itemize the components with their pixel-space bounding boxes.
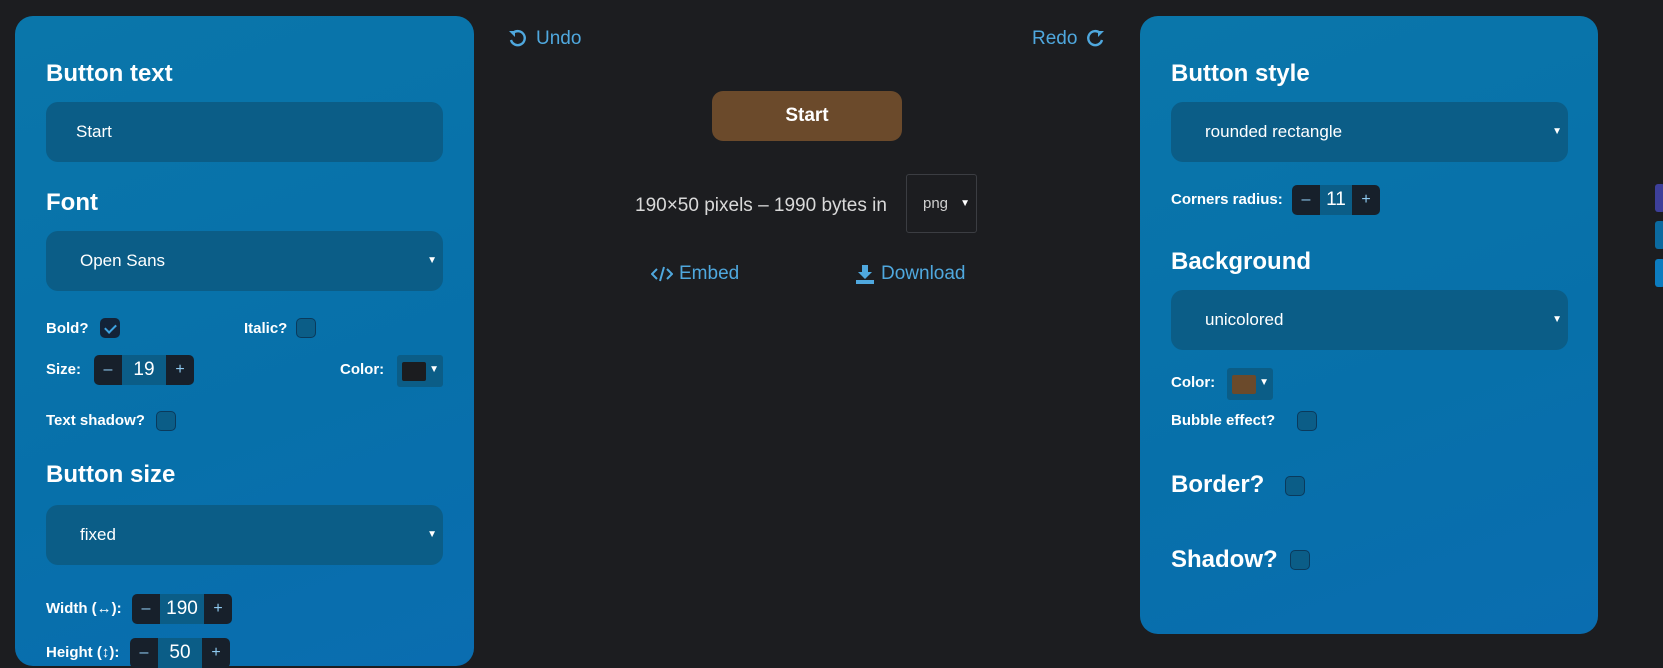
button-style-select-value: rounded rectangle	[1205, 122, 1343, 141]
text-color-picker[interactable]: ▼	[397, 355, 443, 387]
shadow-checkbox[interactable]	[1290, 550, 1310, 570]
width-decrement-button[interactable]: –	[132, 594, 160, 624]
height-value[interactable]: 50	[158, 638, 202, 668]
format-select-value: png	[923, 195, 949, 212]
corners-radius-stepper: – 11 +	[1292, 185, 1380, 215]
border-heading: Border?	[1171, 471, 1265, 498]
download-label: Download	[881, 263, 966, 284]
undo-label: Undo	[536, 28, 582, 49]
radius-decrement-button[interactable]: –	[1292, 185, 1320, 215]
dropdown-arrow-icon: ▼	[1552, 126, 1562, 137]
bg-color-label: Color:	[1171, 374, 1216, 391]
font-select-value: Open Sans	[80, 251, 166, 270]
dropdown-arrow-icon: ▼	[429, 364, 439, 375]
font-heading: Font	[46, 189, 98, 216]
radius-increment-button[interactable]: +	[1352, 185, 1380, 215]
embed-label: Embed	[679, 263, 740, 284]
text-shadow-label: Text shadow?	[46, 412, 145, 429]
edge-tab-2[interactable]	[1655, 221, 1663, 249]
bubble-effect-label: Bubble effect?	[1171, 412, 1276, 429]
button-size-heading: Button size	[46, 461, 176, 488]
format-select[interactable]: png ▼	[906, 174, 977, 233]
text-color-swatch	[402, 362, 426, 381]
edge-tab-3[interactable]	[1655, 259, 1663, 287]
bold-label: Bold?	[46, 320, 89, 337]
text-shadow-checkbox[interactable]	[156, 411, 176, 431]
button-text-panel: Button text Start Font Open Sans ▼ Bold?…	[15, 16, 474, 668]
button-style-panel: Button style rounded rectangle ▼ Corners…	[1140, 16, 1598, 634]
size-decrement-button[interactable]: –	[94, 355, 122, 385]
button-text-input[interactable]: Start	[46, 102, 443, 162]
size-increment-button[interactable]: +	[166, 355, 194, 385]
border-checkbox[interactable]	[1285, 476, 1305, 496]
height-decrement-button[interactable]: –	[130, 638, 158, 668]
dropdown-arrow-icon: ▼	[960, 198, 970, 209]
font-select[interactable]: Open Sans ▼	[46, 231, 443, 291]
shadow-heading: Shadow?	[1171, 546, 1278, 573]
button-size-select-value: fixed	[80, 525, 116, 544]
radius-value[interactable]: 11	[1320, 185, 1352, 215]
italic-checkbox[interactable]	[296, 318, 316, 338]
width-increment-button[interactable]: +	[204, 594, 232, 624]
bubble-effect-checkbox[interactable]	[1297, 411, 1317, 431]
text-color-label: Color:	[340, 361, 385, 378]
button-size-select[interactable]: fixed ▼	[46, 505, 443, 565]
height-label: Height (↕):	[46, 644, 120, 661]
dropdown-arrow-icon: ▼	[1552, 314, 1562, 325]
dropdown-arrow-icon: ▼	[427, 255, 437, 266]
bold-checkbox[interactable]	[100, 318, 120, 338]
dropdown-arrow-icon: ▼	[427, 529, 437, 540]
redo-arrow-icon	[1087, 30, 1105, 47]
bg-color-swatch	[1232, 375, 1256, 394]
width-value[interactable]: 190	[160, 594, 204, 624]
height-increment-button[interactable]: +	[202, 638, 230, 668]
size-value[interactable]: 19	[122, 355, 166, 385]
background-heading: Background	[1171, 248, 1312, 275]
redo-label: Redo	[1032, 28, 1078, 49]
embed-link[interactable]: Embed	[651, 263, 739, 285]
background-select[interactable]: unicolored ▼	[1171, 290, 1568, 350]
button-style-heading: Button style	[1171, 60, 1310, 87]
width-label: Width (↔):	[46, 600, 122, 617]
size-label: Size:	[46, 361, 82, 378]
undo-button[interactable]: Undo	[508, 28, 581, 50]
download-link[interactable]: Download	[855, 263, 966, 285]
bg-color-picker[interactable]: ▼	[1227, 368, 1273, 400]
corners-radius-label: Corners radius:	[1171, 191, 1283, 208]
button-text-heading: Button text	[46, 60, 173, 87]
dropdown-arrow-icon: ▼	[1259, 377, 1269, 388]
button-style-select[interactable]: rounded rectangle ▼	[1171, 102, 1568, 162]
download-icon	[856, 265, 874, 284]
italic-label: Italic?	[244, 320, 288, 337]
code-icon	[651, 266, 673, 282]
height-stepper: – 50 +	[130, 638, 230, 668]
background-select-value: unicolored	[1205, 310, 1284, 329]
button-preview: Start	[712, 91, 902, 141]
redo-button[interactable]: Redo	[1032, 28, 1105, 50]
edge-tab-1[interactable]	[1655, 184, 1663, 212]
width-stepper: – 190 +	[132, 594, 232, 624]
size-stepper: – 19 +	[94, 355, 194, 385]
image-info-text: 190×50 pixels – 1990 bytes in	[635, 195, 887, 216]
undo-arrow-icon	[509, 30, 526, 47]
